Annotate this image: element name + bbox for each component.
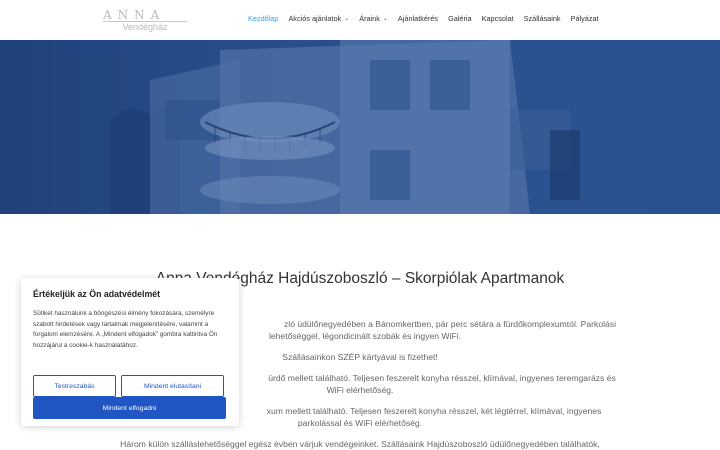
reject-all-button[interactable]: Mindent elutasítani [121,375,224,397]
chevron-down-icon: ⌄ [382,16,388,22]
nav-item-label: Áraink [359,14,380,23]
customize-button[interactable]: Testreszabás [33,375,116,397]
nav-item-ajanlatkeres[interactable]: Ajánlatkérés [398,14,438,23]
nav-item-label: Pályázat [570,14,599,23]
closing-paragraph: Három külön szálláslehetőséggel egész év… [120,439,600,449]
nav-item-label: Kezdőlap [248,14,279,23]
nav-item-palyazat[interactable]: Pályázat [571,14,599,23]
nav-item-galeria[interactable]: Galéria [448,14,472,23]
cookie-dialog-text: Sütiket használunk a böngészési élmény f… [33,310,218,349]
nav-item-araink[interactable]: Áraink ⌄ [359,14,388,23]
logo-text-top: ANNA [103,8,166,22]
hero-overlay [0,40,720,214]
logo-text-bottom: Vendégház [103,21,187,33]
nav-item-label: Szállásaink [523,14,561,23]
accept-all-button[interactable]: Mindent elfogadni [33,397,226,419]
nav-item-kapcsolat[interactable]: Kapcsolat [482,14,514,23]
site-logo[interactable]: ANNA Vendégház [103,8,187,33]
hero-banner [0,40,720,214]
cookie-consent-dialog: Értékeljük az Ön adatvédelmét Sütiket ha… [21,278,239,426]
nav-item-label: Akciós ajánlatok [288,14,342,23]
chevron-down-icon: ⌄ [344,16,350,22]
nav-item-label: Galéria [448,14,472,23]
nav-item-szallasaink[interactable]: Szállásaink [524,14,561,23]
nav-item-kezdolap[interactable]: Kezdőlap [248,14,278,23]
site-header: ANNA Vendégház Kezdőlap Akciós ajánlatok… [0,0,720,40]
cookie-button-row: Testreszabás Mindent elutasítani [33,375,224,397]
nav-item-label: Kapcsolat [481,14,514,23]
main-nav: Kezdőlap Akciós ajánlatok ⌄ Áraink ⌄ Ajá… [248,14,609,23]
nav-item-akcios-ajanlatok[interactable]: Akciós ajánlatok ⌄ [288,14,349,23]
nav-item-label: Ajánlatkérés [397,14,439,23]
cookie-dialog-title: Értékeljük az Ön adatvédelmét [33,289,161,299]
